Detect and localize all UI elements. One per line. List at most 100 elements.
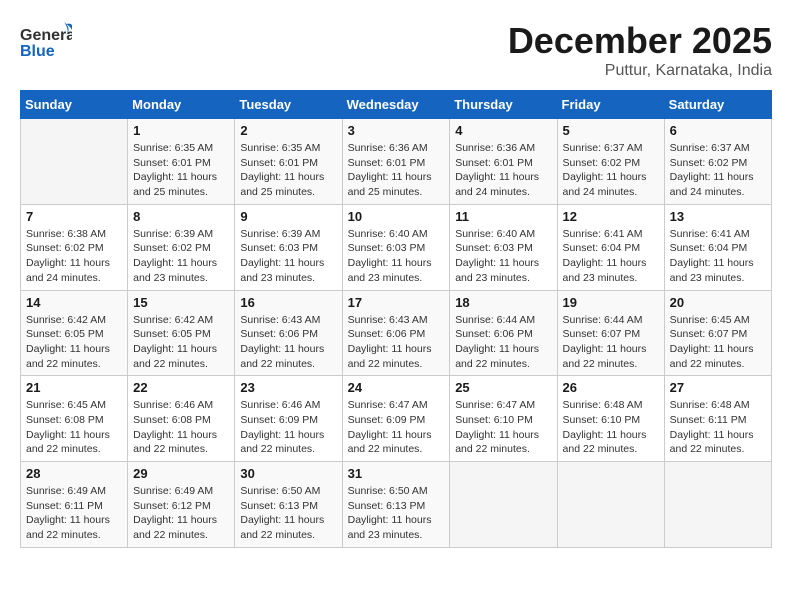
calendar-cell: 5 Sunrise: 6:37 AM Sunset: 6:02 PM Daylig…: [557, 119, 664, 205]
calendar-cell: 24Sunrise: 6:47 AM Sunset: 6:09 PM Dayli…: [342, 376, 450, 462]
day-info: Sunrise: 6:50 AM Sunset: 6:13 PM Dayligh…: [348, 484, 445, 543]
calendar-cell: 3Sunrise: 6:36 AM Sunset: 6:01 PM Daylig…: [342, 119, 450, 205]
day-info: Sunrise: 6:40 AM Sunset: 6:03 PM Dayligh…: [348, 227, 445, 286]
day-info: Sunrise: 6:42 AM Sunset: 6:05 PM Dayligh…: [133, 313, 229, 372]
day-number: 31: [348, 466, 445, 481]
day-info: Sunrise: 6:37 AM Sunset: 6:02 PM Dayligh…: [563, 141, 659, 200]
day-number: 8: [133, 209, 229, 224]
day-number: 2: [240, 123, 336, 138]
day-number: 20: [670, 295, 766, 310]
svg-text:Blue: Blue: [20, 43, 55, 60]
calendar-cell: 27 Sunrise: 6:48 AM Sunset: 6:11 PM Dayli…: [664, 376, 771, 462]
day-info: Sunrise: 6:43 AM Sunset: 6:06 PM Dayligh…: [348, 313, 445, 372]
day-info: Sunrise: 6:35 AM Sunset: 6:01 PM Dayligh…: [240, 141, 336, 200]
calendar-cell: 8Sunrise: 6:39 AM Sunset: 6:02 PM Daylig…: [128, 204, 235, 290]
day-info: Sunrise: 6:44 AM Sunset: 6:06 PM Dayligh…: [455, 313, 551, 372]
calendar-header-row: SundayMondayTuesdayWednesdayThursdayFrid…: [21, 91, 772, 119]
location-title: Puttur, Karnataka, India: [508, 62, 772, 80]
day-info: Sunrise: 6:48 AM Sunset: 6:11 PM Dayligh…: [670, 398, 766, 457]
day-number: 28: [26, 466, 122, 481]
day-number: 27: [670, 380, 766, 395]
day-info: Sunrise: 6:46 AM Sunset: 6:09 PM Dayligh…: [240, 398, 336, 457]
calendar-cell: [450, 462, 557, 548]
day-number: 21: [26, 380, 122, 395]
day-number: 1: [133, 123, 229, 138]
day-number: 22: [133, 380, 229, 395]
day-info: Sunrise: 6:44 AM Sunset: 6:07 PM Dayligh…: [563, 313, 659, 372]
day-number: 7: [26, 209, 122, 224]
day-number: 10: [348, 209, 445, 224]
day-number: 6: [670, 123, 766, 138]
calendar-cell: 12 Sunrise: 6:41 AM Sunset: 6:04 PM Dayli…: [557, 204, 664, 290]
calendar-cell: 7 Sunrise: 6:38 AM Sunset: 6:02 PM Daylig…: [21, 204, 128, 290]
day-info: Sunrise: 6:38 AM Sunset: 6:02 PM Dayligh…: [26, 227, 122, 286]
day-info: Sunrise: 6:41 AM Sunset: 6:04 PM Dayligh…: [563, 227, 659, 286]
calendar-cell: [557, 462, 664, 548]
day-number: 23: [240, 380, 336, 395]
calendar-cell: [664, 462, 771, 548]
calendar-cell: 30Sunrise: 6:50 AM Sunset: 6:13 PM Dayli…: [235, 462, 342, 548]
calendar-cell: 2 Sunrise: 6:35 AM Sunset: 6:01 PM Daylig…: [235, 119, 342, 205]
calendar-cell: 20 Sunrise: 6:45 AM Sunset: 6:07 PM Dayli…: [664, 290, 771, 376]
day-number: 30: [240, 466, 336, 481]
day-info: Sunrise: 6:41 AM Sunset: 6:04 PM Dayligh…: [670, 227, 766, 286]
day-info: Sunrise: 6:46 AM Sunset: 6:08 PM Dayligh…: [133, 398, 229, 457]
calendar-cell: 17 Sunrise: 6:43 AM Sunset: 6:06 PM Dayli…: [342, 290, 450, 376]
calendar-cell: 28 Sunrise: 6:49 AM Sunset: 6:11 PM Dayli…: [21, 462, 128, 548]
logo: General Blue: [20, 20, 72, 65]
day-number: 16: [240, 295, 336, 310]
day-info: Sunrise: 6:40 AM Sunset: 6:03 PM Dayligh…: [455, 227, 551, 286]
day-info: Sunrise: 6:35 AM Sunset: 6:01 PM Dayligh…: [133, 141, 229, 200]
calendar-cell: 19 Sunrise: 6:44 AM Sunset: 6:07 PM Dayli…: [557, 290, 664, 376]
day-number: 9: [240, 209, 336, 224]
calendar-cell: 6 Sunrise: 6:37 AM Sunset: 6:02 PM Daylig…: [664, 119, 771, 205]
calendar-cell: 31 Sunrise: 6:50 AM Sunset: 6:13 PM Dayli…: [342, 462, 450, 548]
day-number: 13: [670, 209, 766, 224]
day-number: 14: [26, 295, 122, 310]
calendar-cell: 22 Sunrise: 6:46 AM Sunset: 6:08 PM Dayli…: [128, 376, 235, 462]
day-info: Sunrise: 6:48 AM Sunset: 6:10 PM Dayligh…: [563, 398, 659, 457]
day-of-week-header: Wednesday: [342, 91, 450, 119]
day-of-week-header: Saturday: [664, 91, 771, 119]
day-info: Sunrise: 6:36 AM Sunset: 6:01 PM Dayligh…: [455, 141, 551, 200]
day-info: Sunrise: 6:45 AM Sunset: 6:07 PM Dayligh…: [670, 313, 766, 372]
calendar-cell: 10 Sunrise: 6:40 AM Sunset: 6:03 PM Dayli…: [342, 204, 450, 290]
calendar-cell: 18 Sunrise: 6:44 AM Sunset: 6:06 PM Dayli…: [450, 290, 557, 376]
calendar-table: SundayMondayTuesdayWednesdayThursdayFrid…: [20, 90, 772, 548]
day-info: Sunrise: 6:37 AM Sunset: 6:02 PM Dayligh…: [670, 141, 766, 200]
svg-text:General: General: [20, 27, 72, 44]
day-of-week-header: Monday: [128, 91, 235, 119]
day-info: Sunrise: 6:39 AM Sunset: 6:03 PM Dayligh…: [240, 227, 336, 286]
day-number: 11: [455, 209, 551, 224]
day-number: 17: [348, 295, 445, 310]
day-info: Sunrise: 6:47 AM Sunset: 6:09 PM Dayligh…: [348, 398, 445, 457]
calendar-cell: 26 Sunrise: 6:48 AM Sunset: 6:10 PM Dayli…: [557, 376, 664, 462]
calendar-cell: [21, 119, 128, 205]
calendar-cell: 9 Sunrise: 6:39 AM Sunset: 6:03 PM Daylig…: [235, 204, 342, 290]
day-info: Sunrise: 6:36 AM Sunset: 6:01 PM Dayligh…: [348, 141, 445, 200]
day-info: Sunrise: 6:42 AM Sunset: 6:05 PM Dayligh…: [26, 313, 122, 372]
calendar-week-row: 28 Sunrise: 6:49 AM Sunset: 6:11 PM Dayli…: [21, 462, 772, 548]
day-number: 18: [455, 295, 551, 310]
header: General Blue December 2025 Puttur, Karna…: [20, 20, 772, 80]
day-number: 26: [563, 380, 659, 395]
day-number: 19: [563, 295, 659, 310]
calendar-cell: 23 Sunrise: 6:46 AM Sunset: 6:09 PM Dayli…: [235, 376, 342, 462]
calendar-week-row: 7 Sunrise: 6:38 AM Sunset: 6:02 PM Daylig…: [21, 204, 772, 290]
calendar-week-row: 1 Sunrise: 6:35 AM Sunset: 6:01 PM Daylig…: [21, 119, 772, 205]
day-number: 25: [455, 380, 551, 395]
calendar-cell: 15Sunrise: 6:42 AM Sunset: 6:05 PM Dayli…: [128, 290, 235, 376]
calendar-cell: 4Sunrise: 6:36 AM Sunset: 6:01 PM Daylig…: [450, 119, 557, 205]
day-info: Sunrise: 6:49 AM Sunset: 6:11 PM Dayligh…: [26, 484, 122, 543]
month-title: December 2025: [508, 20, 772, 62]
calendar-cell: 11 Sunrise: 6:40 AM Sunset: 6:03 PM Dayli…: [450, 204, 557, 290]
day-number: 12: [563, 209, 659, 224]
day-of-week-header: Thursday: [450, 91, 557, 119]
calendar-cell: 16Sunrise: 6:43 AM Sunset: 6:06 PM Dayli…: [235, 290, 342, 376]
calendar-cell: 25Sunrise: 6:47 AM Sunset: 6:10 PM Dayli…: [450, 376, 557, 462]
day-info: Sunrise: 6:45 AM Sunset: 6:08 PM Dayligh…: [26, 398, 122, 457]
day-number: 5: [563, 123, 659, 138]
logo-icon: General Blue: [20, 20, 72, 65]
calendar-cell: 14 Sunrise: 6:42 AM Sunset: 6:05 PM Dayli…: [21, 290, 128, 376]
day-of-week-header: Tuesday: [235, 91, 342, 119]
